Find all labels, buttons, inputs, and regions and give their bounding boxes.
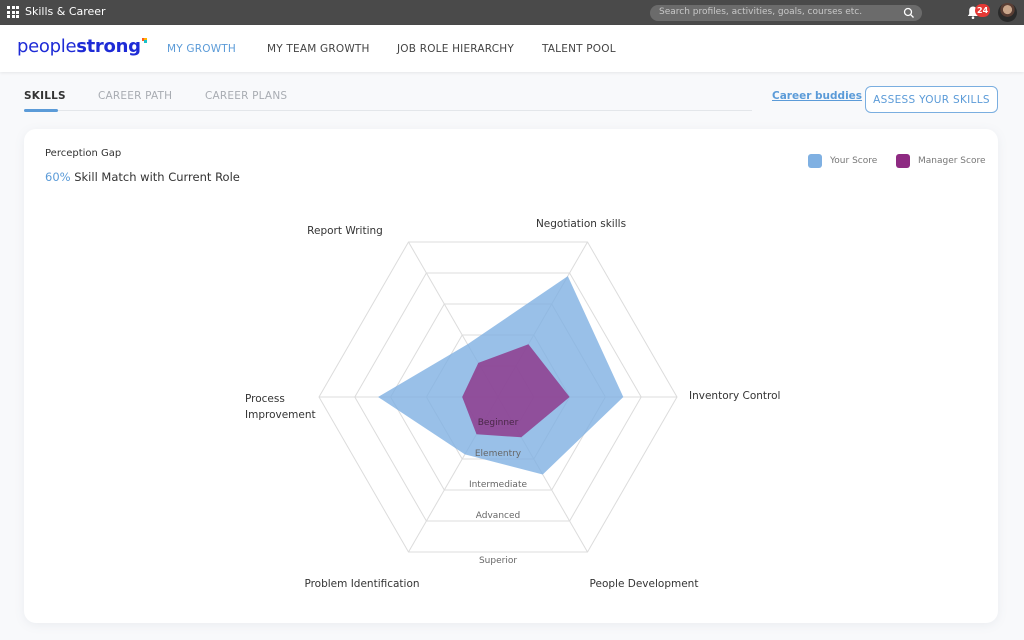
logo-text-light: people bbox=[17, 36, 77, 57]
legend-swatch-manager-score bbox=[896, 154, 910, 168]
search-icon[interactable] bbox=[903, 7, 915, 19]
legend-swatch-your-score bbox=[808, 154, 822, 168]
main-navbar: peoplestrong MY GROWTH MY TEAM GROWTH JO… bbox=[0, 25, 1024, 72]
peoplestrong-logo[interactable]: peoplestrong bbox=[17, 36, 147, 57]
active-tab-indicator bbox=[24, 109, 58, 112]
logo-mark-icon bbox=[141, 38, 147, 43]
search-placeholder: Search profiles, activities, goals, cour… bbox=[659, 7, 863, 17]
assess-your-skills-button[interactable]: ASSESS YOUR SKILLS bbox=[865, 86, 998, 113]
perception-gap-card: Perception Gap 60% Skill Match with Curr… bbox=[24, 129, 998, 623]
user-avatar[interactable] bbox=[998, 3, 1017, 22]
skill-match-summary: 60% Skill Match with Current Role bbox=[45, 170, 240, 184]
skills-tabs: SKILLS CAREER PATH CAREER PLANS bbox=[24, 86, 752, 112]
nav-job-role-hierarchy[interactable]: JOB ROLE HIERARCHY bbox=[397, 43, 514, 55]
logo-text-bold: strong bbox=[76, 36, 141, 57]
tab-skills[interactable]: SKILLS bbox=[24, 90, 66, 102]
global-search-input[interactable]: Search profiles, activities, goals, cour… bbox=[650, 5, 922, 21]
legend-manager-score[interactable]: Manager Score bbox=[896, 154, 986, 168]
notification-count-badge: 24 bbox=[975, 4, 991, 17]
legend-label-your-score: Your Score bbox=[830, 156, 878, 166]
tab-career-plans[interactable]: CAREER PLANS bbox=[205, 90, 287, 102]
apps-grid-icon[interactable] bbox=[7, 6, 19, 18]
career-buddies-link[interactable]: Career buddies bbox=[772, 90, 862, 102]
legend-label-manager-score: Manager Score bbox=[918, 156, 986, 166]
legend-your-score[interactable]: Your Score bbox=[808, 154, 877, 168]
skill-match-percent: 60% bbox=[45, 170, 71, 184]
app-title: Skills & Career bbox=[25, 5, 106, 18]
skill-match-text: Skill Match with Current Role bbox=[74, 170, 240, 184]
top-bar: Skills & Career Search profiles, activit… bbox=[0, 0, 1024, 25]
card-title: Perception Gap bbox=[45, 148, 122, 159]
nav-talent-pool[interactable]: TALENT POOL bbox=[542, 43, 616, 55]
nav-my-growth[interactable]: MY GROWTH bbox=[167, 43, 236, 55]
nav-my-team-growth[interactable]: MY TEAM GROWTH bbox=[267, 43, 370, 55]
tab-career-path[interactable]: CAREER PATH bbox=[98, 90, 172, 102]
